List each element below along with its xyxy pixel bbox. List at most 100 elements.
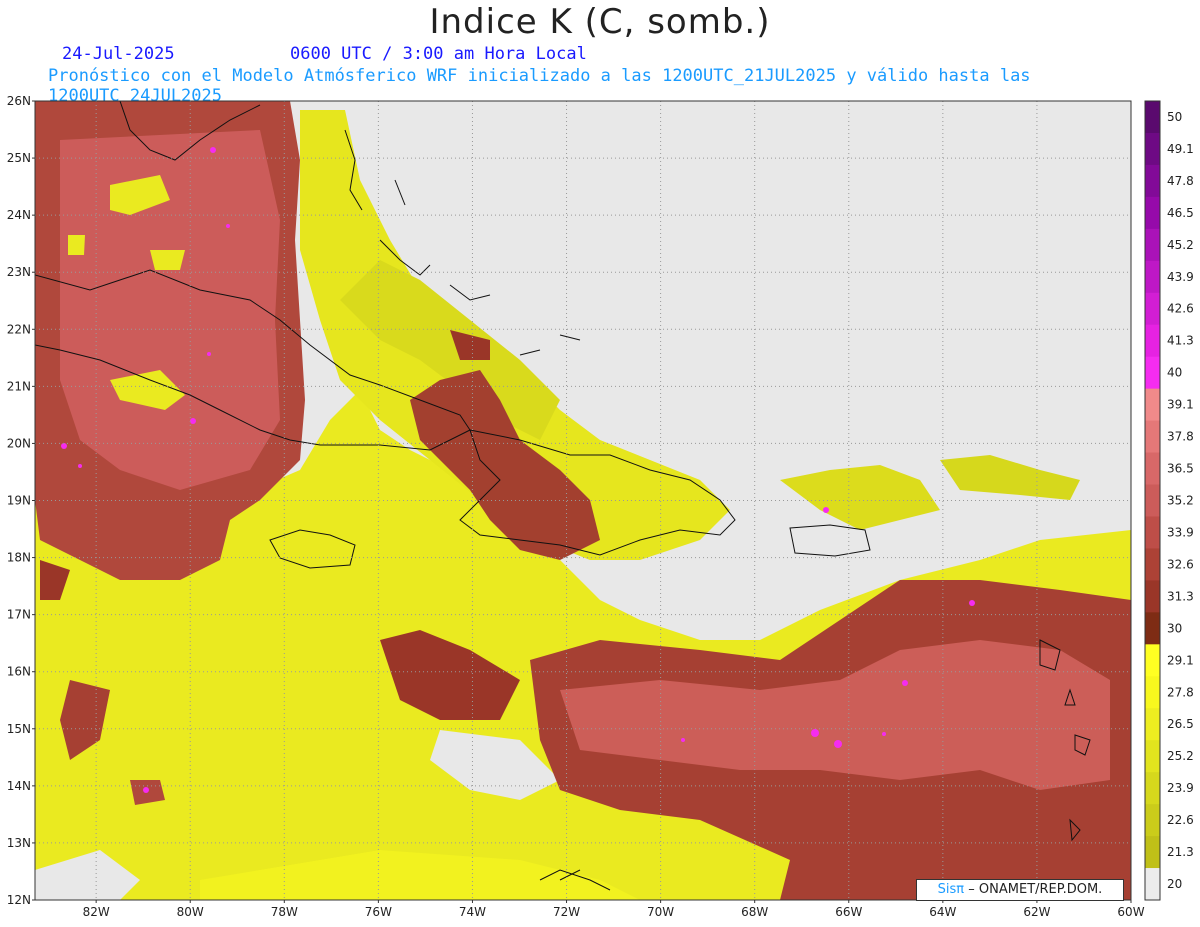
- colorbar-label: 22.6: [1167, 813, 1194, 827]
- magenta-speck: [190, 418, 196, 424]
- colorbar-label: 33.9: [1167, 525, 1194, 539]
- magenta-speck: [210, 147, 216, 153]
- colorbar-label: 37.8: [1167, 430, 1194, 444]
- colorbar-label: 40: [1167, 366, 1182, 380]
- colorbar-label: 49.1: [1167, 142, 1194, 156]
- lon-tick-label: 62W: [1023, 905, 1050, 919]
- colorbar-label: 46.5: [1167, 206, 1194, 220]
- colorbar-label: 20: [1167, 877, 1182, 891]
- lat-tick-label: 18N: [7, 551, 31, 565]
- magenta-speck: [823, 507, 829, 513]
- lat-tick-label: 26N: [7, 94, 31, 108]
- colorbar-swatch: [1145, 516, 1160, 549]
- k-index-map: 26N 25N 24N 23N 22N 21N 20N 19N 18N 17N 16N 15N 14N 1…: [7, 94, 1194, 919]
- longitude-axis: 82W 80W 78W 76W 74W 72W 70W 68W 66W 64W 62W 60W: [83, 900, 1145, 919]
- lon-tick-label: 64W: [929, 905, 956, 919]
- colorbar-label: 27.8: [1167, 685, 1194, 699]
- lat-tick-label: 22N: [7, 322, 31, 336]
- colorbar-label: 31.3: [1167, 589, 1194, 603]
- colorbar-label: 42.6: [1167, 302, 1194, 316]
- credit-text: – ONAMET/REP.DOM.: [968, 882, 1103, 897]
- colorbar-label: 45.2: [1167, 238, 1194, 252]
- colorbar-swatch: [1145, 868, 1160, 901]
- lat-tick-label: 19N: [7, 494, 31, 508]
- colorbar-label: 32.6: [1167, 557, 1194, 571]
- lon-tick-label: 70W: [647, 905, 674, 919]
- colorbar-swatch: [1145, 356, 1160, 390]
- lat-tick-label: 23N: [7, 265, 31, 279]
- colorbar-label: 35.2: [1167, 494, 1194, 508]
- credit-brand: Sisπ: [937, 882, 965, 897]
- lon-tick-label: 74W: [459, 905, 486, 919]
- lon-tick-label: 82W: [83, 905, 110, 919]
- colorbar-swatch: [1145, 260, 1160, 294]
- magenta-speck: [681, 738, 685, 742]
- lat-tick-label: 20N: [7, 436, 31, 450]
- magenta-speck: [902, 680, 908, 686]
- lat-tick-label: 15N: [7, 722, 31, 736]
- colorbar-label: 43.9: [1167, 270, 1194, 284]
- lat-tick-label: 13N: [7, 836, 31, 850]
- colorbar: 50 49.1 47.8 46.5 45.2 43.9 42.6 41.3 40 39.1 37.8…: [1144, 100, 1194, 901]
- colorbar-swatch: [1145, 228, 1160, 262]
- magenta-speck: [811, 729, 819, 737]
- colorbar-swatch: [1145, 101, 1160, 134]
- lon-tick-label: 72W: [553, 905, 580, 919]
- colorbar-label: 23.9: [1167, 781, 1194, 795]
- colorbar-label: 36.5: [1167, 462, 1194, 476]
- magenta-speck: [969, 600, 975, 606]
- colorbar-swatch: [1145, 452, 1160, 486]
- colorbar-label: 47.8: [1167, 174, 1194, 188]
- latitude-axis: 26N 25N 24N 23N 22N 21N 20N 19N 18N 17N 16N 15N 14N 1…: [7, 94, 35, 907]
- magenta-speck: [78, 464, 82, 468]
- colorbar-swatch: [1145, 644, 1160, 677]
- lon-tick-label: 66W: [835, 905, 862, 919]
- colorbar-swatch: [1145, 484, 1160, 517]
- magenta-speck: [882, 732, 886, 736]
- colorbar-swatch: [1145, 548, 1160, 581]
- lat-tick-label: 12N: [7, 893, 31, 907]
- lat-tick-label: 14N: [7, 779, 31, 793]
- colorbar-label: 26.5: [1167, 717, 1194, 731]
- colorbar-swatch: [1145, 676, 1160, 709]
- colorbar-swatch: [1145, 164, 1160, 198]
- credit-box: Sisπ – ONAMET/REP.DOM.: [916, 879, 1124, 901]
- colorbar-label: 39.1: [1167, 398, 1194, 412]
- magenta-speck: [834, 740, 842, 748]
- colorbar-swatch: [1145, 804, 1160, 837]
- magenta-speck: [143, 787, 149, 793]
- lat-tick-label: 16N: [7, 665, 31, 679]
- lat-tick-label: 17N: [7, 608, 31, 622]
- magenta-speck: [226, 224, 230, 228]
- colorbar-swatch: [1145, 612, 1160, 645]
- lat-tick-label: 21N: [7, 379, 31, 393]
- lon-tick-label: 60W: [1117, 905, 1144, 919]
- lon-tick-label: 68W: [741, 905, 768, 919]
- lat-tick-label: 25N: [7, 151, 31, 165]
- colorbar-swatch: [1145, 740, 1160, 773]
- lon-tick-label: 78W: [271, 905, 298, 919]
- colorbar-swatch: [1145, 708, 1160, 741]
- lon-tick-label: 80W: [177, 905, 204, 919]
- colorbar-label: 41.3: [1167, 334, 1194, 348]
- lat-tick-label: 24N: [7, 208, 31, 222]
- lon-tick-label: 76W: [365, 905, 392, 919]
- brown-region-northwest-inner: [60, 130, 280, 490]
- colorbar-label: 25.2: [1167, 749, 1194, 763]
- colorbar-swatch: [1145, 324, 1160, 358]
- colorbar-label: 29.1: [1167, 653, 1194, 667]
- colorbar-swatch: [1145, 292, 1160, 326]
- colorbar-swatch: [1145, 580, 1160, 613]
- colorbar-swatch: [1145, 836, 1160, 869]
- colorbar-label: 50: [1167, 110, 1182, 124]
- colorbar-swatch: [1145, 772, 1160, 805]
- colorbar-swatch: [1145, 196, 1160, 230]
- colorbar-label: 21.3: [1167, 845, 1194, 859]
- yellow-bubble-3: [150, 250, 185, 270]
- colorbar-swatch: [1145, 420, 1160, 454]
- colorbar-swatch: [1145, 132, 1160, 166]
- colorbar-label: 30: [1167, 621, 1182, 635]
- colorbar-swatch: [1145, 388, 1160, 422]
- magenta-speck: [207, 352, 211, 356]
- yellow-bubble-4: [68, 235, 85, 255]
